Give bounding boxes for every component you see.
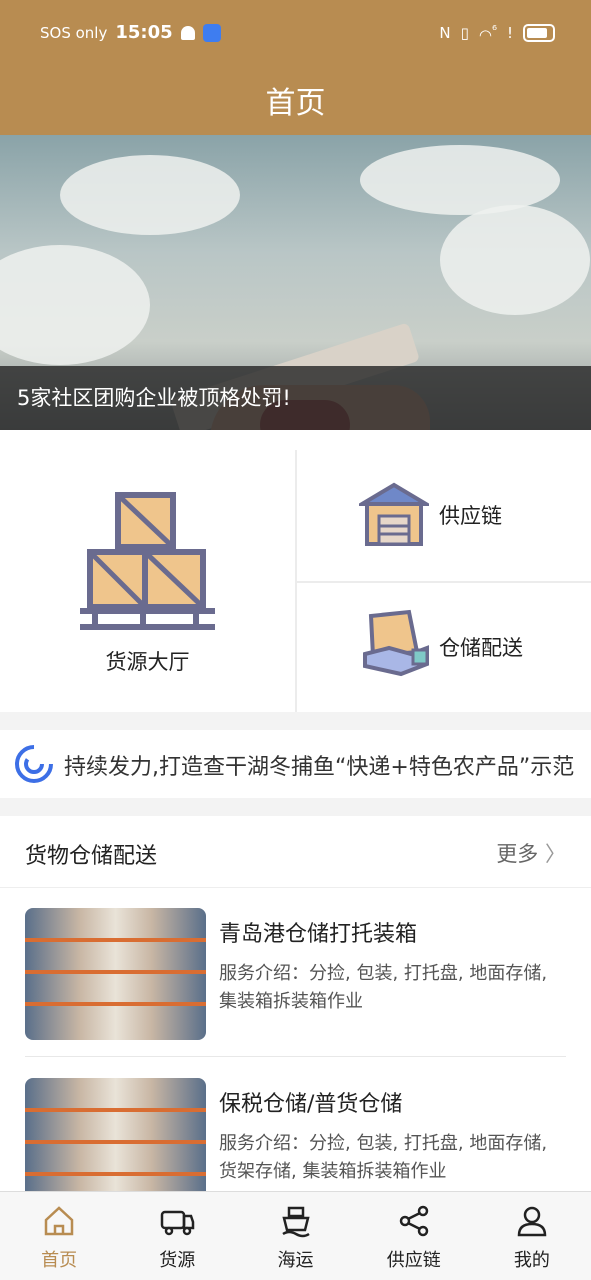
bell-icon bbox=[180, 25, 195, 40]
category-warehousing-delivery[interactable]: 仓储配送 bbox=[297, 582, 591, 712]
nav-home[interactable]: 首页 bbox=[0, 1192, 118, 1280]
banner-carousel[interactable]: 5家社区团购企业被顶格处罚! bbox=[0, 135, 591, 430]
battery-icon bbox=[523, 24, 555, 42]
nav-label: 海运 bbox=[277, 1250, 314, 1271]
nfc-icon: N bbox=[439, 24, 451, 42]
truck-icon bbox=[161, 1210, 195, 1236]
item-title: 青岛港仓储打托装箱 bbox=[219, 922, 418, 947]
divider bbox=[25, 1056, 566, 1057]
category-grid: 货源大厅 供应链 仓储配送 bbox=[0, 430, 591, 712]
section-header: 货物仓储配送 更多 〉 bbox=[0, 816, 591, 888]
nav-shipping[interactable]: 海运 bbox=[236, 1192, 354, 1280]
news-ticker[interactable]: 持续发力,打造查干湖冬捕鱼“快递+特色农产品”示范 bbox=[0, 730, 591, 798]
nav-label: 我的 bbox=[513, 1250, 550, 1271]
category-label: 供应链 bbox=[439, 504, 502, 528]
bottom-navigation: 首页 货源 海运 供应链 我的 bbox=[0, 1191, 591, 1280]
chevron-right-icon: 〉 bbox=[545, 842, 566, 866]
more-link[interactable]: 更多 〉 bbox=[496, 838, 566, 868]
boxes-pallet-icon bbox=[80, 492, 215, 630]
list-item[interactable]: 青岛港仓储打托装箱 服务介绍：分捡, 包装, 打托盘, 地面存储, 集装箱拆装箱… bbox=[25, 888, 566, 1058]
category-label: 货源大厅 bbox=[105, 650, 190, 674]
nav-cargo[interactable]: 货源 bbox=[118, 1192, 236, 1280]
nav-label: 首页 bbox=[41, 1250, 78, 1271]
vibrate-icon: ▯ bbox=[460, 24, 469, 42]
nav-label: 货源 bbox=[159, 1250, 196, 1271]
alert-icon: ! bbox=[506, 24, 513, 42]
app-header: SOS only 15:05 N ▯ ◠⁶ ! 首页 bbox=[0, 0, 591, 135]
warehousing-section: 货物仓储配送 更多 〉 青岛港仓储打托装箱 服务介绍：分捡, 包装, 打托盘, … bbox=[0, 816, 591, 1210]
item-description: 服务介绍：分捡, 包装, 打托盘, 地面存储, 货架存储, 集装箱拆装箱作业 bbox=[219, 1133, 548, 1182]
warehouse-icon bbox=[359, 482, 429, 546]
page-title: 首页 bbox=[265, 86, 326, 121]
share-icon bbox=[399, 1205, 428, 1237]
carrier-label: SOS only bbox=[40, 23, 108, 42]
nav-profile[interactable]: 我的 bbox=[473, 1192, 591, 1280]
banner-caption: 5家社区团购企业被顶格处罚! bbox=[0, 366, 591, 430]
refresh-circle-icon bbox=[15, 745, 53, 783]
category-cargo-hall[interactable]: 货源大厅 bbox=[0, 430, 295, 712]
wifi-icon: ◠⁶ bbox=[478, 22, 497, 44]
nav-label: 供应链 bbox=[386, 1250, 441, 1271]
item-description: 服务介绍：分捡, 包装, 打托盘, 地面存储, 集装箱拆装箱作业 bbox=[219, 963, 548, 1012]
category-label: 仓储配送 bbox=[439, 636, 523, 660]
item-title: 保税仓储/普货仓储 bbox=[219, 1092, 403, 1117]
app-notification-icon bbox=[202, 23, 221, 42]
section-title: 货物仓储配送 bbox=[25, 844, 158, 869]
clock: 15:05 bbox=[115, 22, 173, 43]
home-icon bbox=[44, 1206, 74, 1236]
category-supply-chain[interactable]: 供应链 bbox=[297, 450, 591, 580]
status-bar: SOS only 15:05 N ▯ ◠⁶ ! bbox=[0, 14, 591, 54]
warehouse-thumbnail bbox=[25, 908, 206, 1040]
hand-box-icon bbox=[363, 609, 429, 677]
ticker-text: 持续发力,打造查干湖冬捕鱼“快递+特色农产品”示范 bbox=[64, 755, 575, 780]
user-icon bbox=[517, 1206, 547, 1237]
nav-supply-chain[interactable]: 供应链 bbox=[355, 1192, 473, 1280]
ship-icon bbox=[281, 1206, 310, 1238]
